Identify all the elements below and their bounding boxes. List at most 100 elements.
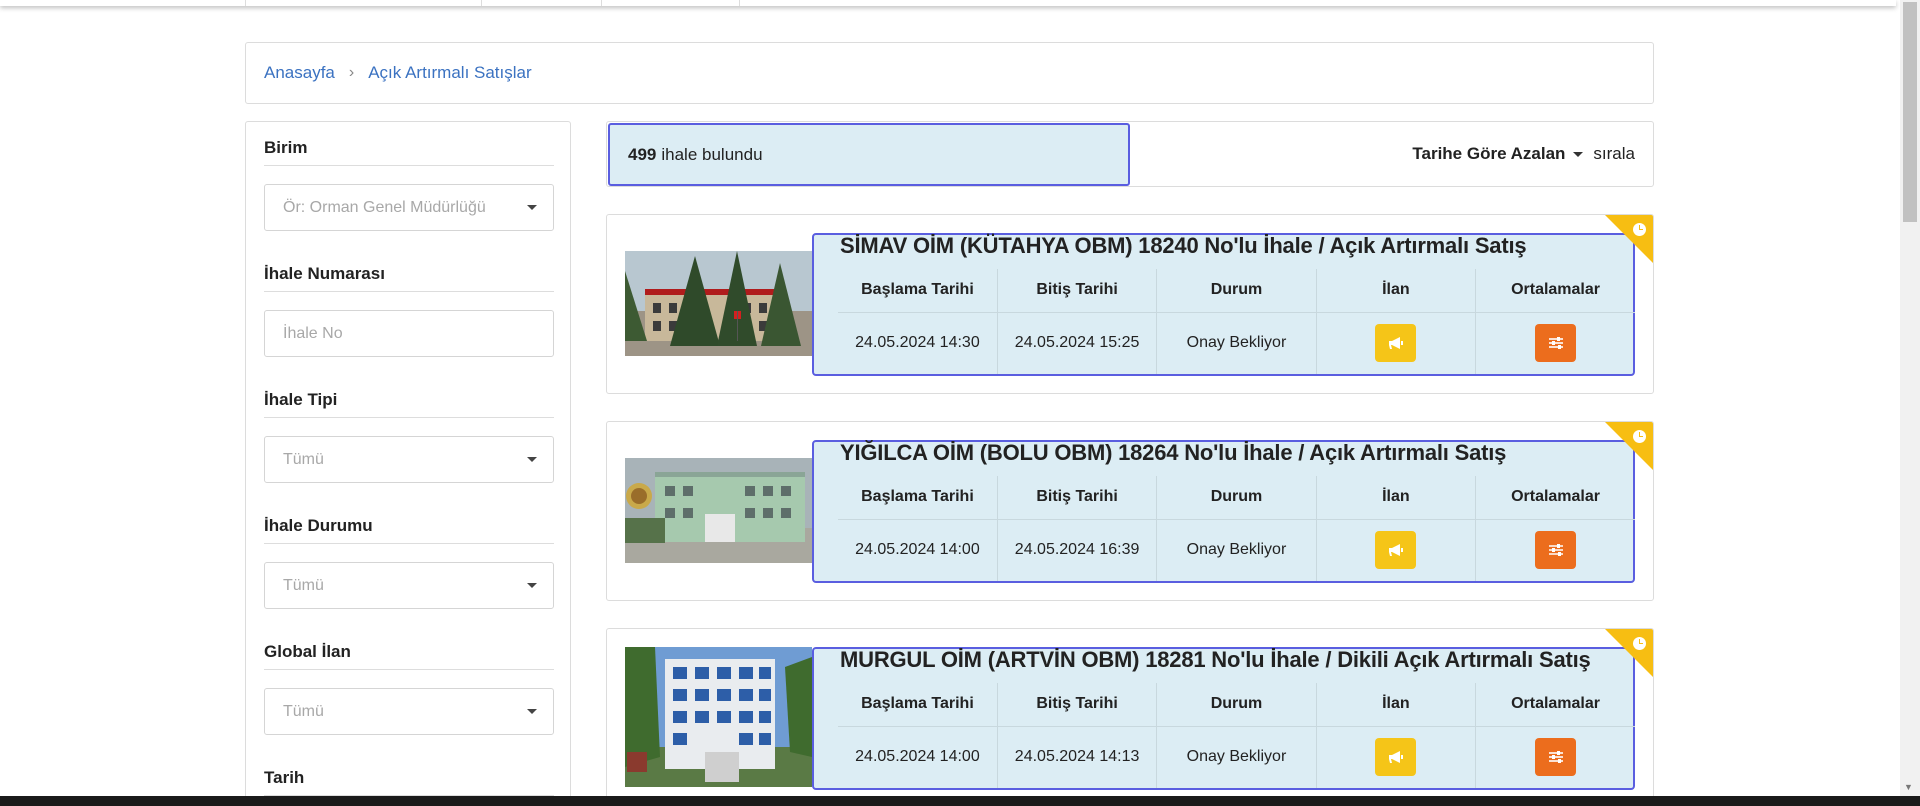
column-header: Başlama Tarihi	[838, 476, 998, 520]
filter-label: Global İlan	[264, 642, 554, 670]
megaphone-icon	[1388, 337, 1403, 350]
breadcrumb: Anasayfa › Açık Artırmalı Satışlar	[245, 42, 1654, 104]
start-date: 24.05.2024 14:30	[838, 312, 998, 374]
filter-label: İhale Tipi	[264, 390, 554, 418]
column-header: Ortalamalar	[1475, 476, 1635, 520]
select-value: Tümü	[283, 450, 324, 468]
column-header: Durum	[1156, 683, 1317, 727]
megaphone-icon	[1388, 544, 1403, 557]
clock-icon	[1633, 430, 1646, 443]
ortalamalar-button[interactable]	[1535, 324, 1577, 363]
chevron-right-icon: ›	[348, 64, 355, 81]
breadcrumb-home-link[interactable]: Anasayfa	[264, 63, 335, 83]
tender-table: Başlama Tarihi Bitiş Tarihi Durum İlan O…	[838, 269, 1635, 374]
corner-ribbon	[1605, 629, 1653, 677]
megaphone-icon	[1388, 751, 1403, 764]
page-scrollbar[interactable]: ▼	[1900, 0, 1920, 796]
clock-icon	[1633, 223, 1646, 236]
status: Onay Bekliyor	[1156, 312, 1317, 374]
ihale-durumu-select[interactable]: Tümü	[264, 562, 554, 609]
ortalamalar-cell	[1476, 519, 1635, 581]
ilan-cell	[1316, 519, 1477, 581]
ilan-button[interactable]	[1375, 324, 1417, 363]
scroll-down-arrow-icon[interactable]: ▼	[1904, 782, 1913, 792]
column-header: İlan	[1316, 269, 1477, 313]
nav-divider	[245, 0, 246, 6]
filter-label: Tarih	[264, 768, 554, 796]
ihale-no-input[interactable]: İhale No	[264, 310, 554, 357]
select-placeholder: Ör: Orman Genel Müdürlüğü	[283, 198, 486, 216]
caret-down-icon[interactable]	[1573, 151, 1584, 157]
ortalamalar-button[interactable]	[1535, 531, 1577, 570]
bottom-bar	[0, 796, 1920, 806]
tender-card[interactable]: YIĞILCA OİM (BOLU OBM) 18264 No'lu İhale…	[606, 421, 1654, 601]
end-date: 24.05.2024 15:25	[997, 312, 1158, 374]
ilan-button[interactable]	[1375, 738, 1417, 777]
column-header: Bitiş Tarihi	[997, 683, 1158, 727]
tender-thumbnail[interactable]	[625, 647, 812, 787]
nav-divider	[481, 0, 482, 6]
tender-details-panel: YIĞILCA OİM (BOLU OBM) 18264 No'lu İhale…	[812, 440, 1635, 583]
column-header: İlan	[1316, 476, 1477, 520]
clock-icon	[1633, 637, 1646, 650]
tender-title[interactable]: SİMAV OİM (KÜTAHYA OBM) 18240 No'lu İhal…	[840, 233, 1527, 259]
tender-table: Başlama Tarihi Bitiş Tarihi Durum İlan O…	[838, 476, 1635, 581]
caret-down-icon	[527, 205, 537, 210]
select-value: Tümü	[283, 702, 324, 720]
ilan-cell	[1316, 726, 1477, 788]
tender-title[interactable]: YIĞILCA OİM (BOLU OBM) 18264 No'lu İhale…	[840, 440, 1506, 466]
ihale-tipi-select[interactable]: Tümü	[264, 436, 554, 483]
global-ilan-select[interactable]: Tümü	[264, 688, 554, 735]
start-date: 24.05.2024 14:00	[838, 519, 998, 581]
filter-global-ilan: Global İlan Tümü	[264, 642, 554, 735]
tender-thumbnail[interactable]	[625, 251, 812, 356]
filter-label: İhale Durumu	[264, 516, 554, 544]
ortalamalar-button[interactable]	[1535, 738, 1577, 777]
column-header: Ortalamalar	[1475, 269, 1635, 313]
tender-table: Başlama Tarihi Bitiş Tarihi Durum İlan O…	[838, 683, 1635, 788]
column-header: Ortalamalar	[1475, 683, 1635, 727]
tender-thumbnail[interactable]	[625, 458, 812, 563]
sort-dropdown[interactable]: Tarihe Göre Azalan	[1412, 144, 1565, 164]
results-header: 499 ihale bulundu Tarihe Göre Azalan sır…	[606, 121, 1654, 187]
input-placeholder: İhale No	[283, 324, 343, 342]
corner-ribbon	[1605, 422, 1653, 470]
birim-select[interactable]: Ör: Orman Genel Müdürlüğü	[264, 184, 554, 231]
filter-birim: Birim Ör: Orman Genel Müdürlüğü	[264, 138, 554, 231]
column-header: Bitiş Tarihi	[997, 269, 1158, 313]
scrollbar-thumb[interactable]	[1903, 2, 1917, 222]
sort-label: sırala	[1593, 144, 1635, 163]
column-header: Durum	[1156, 476, 1317, 520]
ilan-button[interactable]	[1375, 531, 1417, 570]
status: Onay Bekliyor	[1156, 726, 1317, 788]
tender-details-panel: MURGUL OİM (ARTVİN OBM) 18281 No'lu İhal…	[812, 647, 1635, 790]
tender-card[interactable]: MURGUL OİM (ARTVİN OBM) 18281 No'lu İhal…	[606, 628, 1654, 806]
ortalamalar-cell	[1476, 726, 1635, 788]
results-count: 499 ihale bulundu	[608, 123, 1130, 186]
sort-control: Tarihe Göre Azalan sırala	[1412, 144, 1635, 164]
caret-down-icon	[527, 457, 537, 462]
nav-divider	[601, 0, 602, 6]
tender-title[interactable]: MURGUL OİM (ARTVİN OBM) 18281 No'lu İhal…	[840, 647, 1591, 673]
filter-ihale-durumu: İhale Durumu Tümü	[264, 516, 554, 609]
breadcrumb-current-link[interactable]: Açık Artırmalı Satışlar	[368, 63, 531, 83]
filter-tarih: Tarih	[264, 768, 554, 796]
sliders-icon	[1548, 544, 1563, 557]
ilan-cell	[1316, 312, 1477, 374]
tender-details-panel: SİMAV OİM (KÜTAHYA OBM) 18240 No'lu İhal…	[812, 233, 1635, 376]
results-count-number: 499	[628, 144, 657, 164]
filter-label: İhale Numarası	[264, 264, 554, 292]
ortalamalar-cell	[1476, 312, 1635, 374]
filter-ihale-numarasi: İhale Numarası İhale No	[264, 264, 554, 357]
filter-sidebar: Birim Ör: Orman Genel Müdürlüğü İhale Nu…	[245, 121, 571, 806]
status: Onay Bekliyor	[1156, 519, 1317, 581]
end-date: 24.05.2024 16:39	[997, 519, 1158, 581]
column-header: Bitiş Tarihi	[997, 476, 1158, 520]
tender-card[interactable]: SİMAV OİM (KÜTAHYA OBM) 18240 No'lu İhal…	[606, 214, 1654, 394]
end-date: 24.05.2024 14:13	[997, 726, 1158, 788]
column-header: Durum	[1156, 269, 1317, 313]
caret-down-icon	[527, 709, 537, 714]
sliders-icon	[1548, 751, 1563, 764]
column-header: Başlama Tarihi	[838, 269, 998, 313]
sliders-icon	[1548, 337, 1563, 350]
